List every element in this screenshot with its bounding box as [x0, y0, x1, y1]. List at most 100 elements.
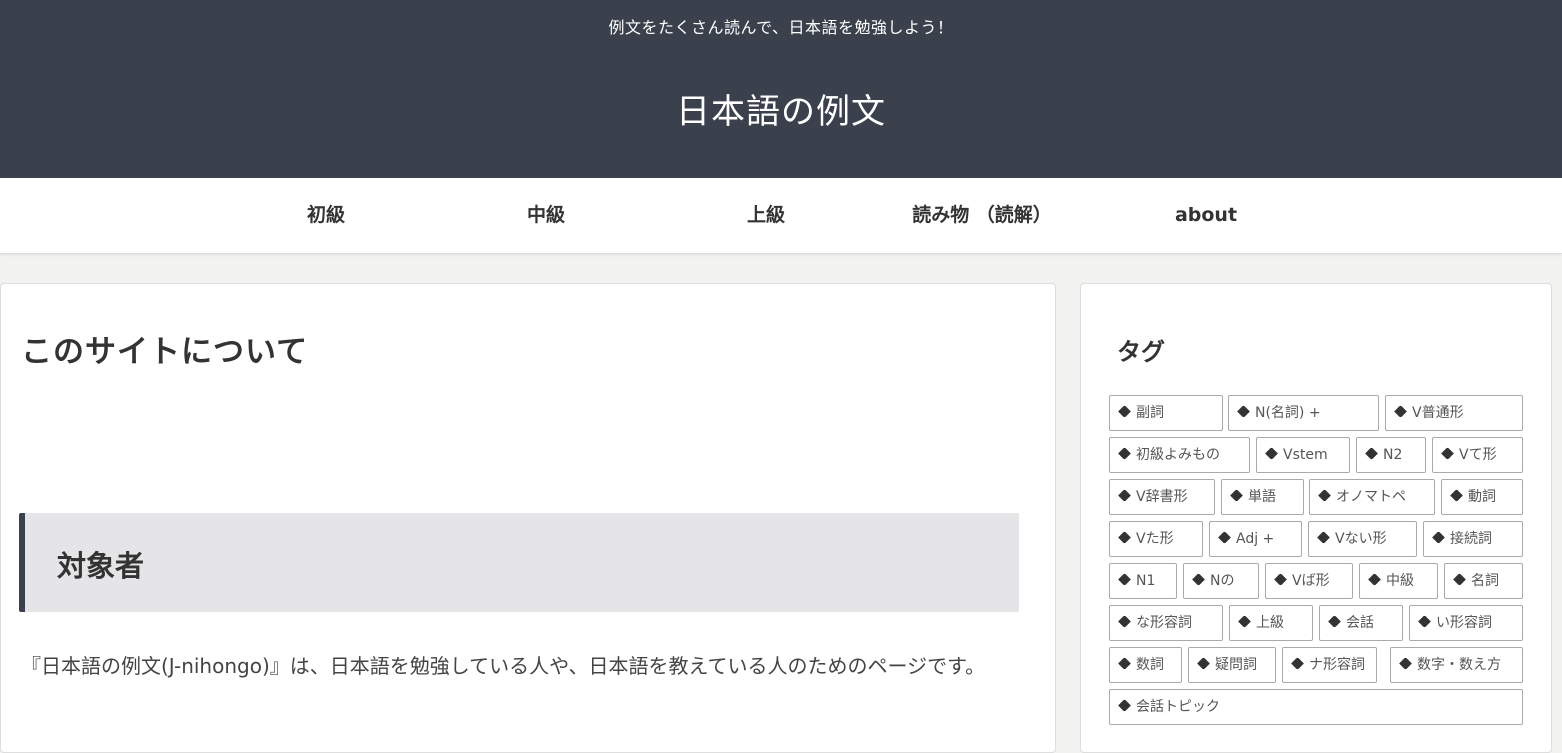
intro-paragraph: 『日本語の例文(J-nihongo)』は、日本語を勉強している人や、日本語を教え…	[21, 654, 986, 678]
sidebar-tags: タグ 副詞 N(名詞) + V普通形初級よみもの Vstem N2 Vて形 V辞書形 単語 オノ…	[1080, 283, 1552, 753]
tag-label: オノマトペ	[1336, 489, 1406, 505]
tag-link[interactable]: 副詞	[1109, 395, 1223, 431]
main-nav: 初級 中級 上級 読み物 （読解） about	[0, 178, 1562, 254]
tag-link[interactable]: 会話トピック	[1109, 689, 1523, 725]
tag-label: 名詞	[1471, 573, 1499, 589]
tag-link[interactable]: 中級	[1359, 563, 1438, 599]
nav-item-about[interactable]: about	[1096, 178, 1316, 253]
tag-icon	[1365, 446, 1378, 460]
tag-label: 会話トピック	[1136, 699, 1220, 715]
nav-item-reading[interactable]: 読み物 （読解）	[872, 178, 1092, 253]
tag-label: N(名詞) +	[1255, 405, 1321, 421]
tag-label: ナ形容詞	[1309, 657, 1365, 673]
tag-icon	[1118, 530, 1131, 544]
tag-icon	[1399, 656, 1412, 670]
tag-icon	[1230, 488, 1243, 502]
tag-link[interactable]: Vstem	[1256, 437, 1350, 473]
tag-label: 中級	[1386, 573, 1414, 589]
tag-label: N2	[1383, 447, 1403, 463]
tag-icon	[1118, 614, 1131, 628]
tag-link[interactable]: 単語	[1221, 479, 1304, 515]
tag-label: 会話	[1346, 615, 1374, 631]
tag-label: 数詞	[1136, 657, 1164, 673]
tag-link[interactable]: Nの	[1183, 563, 1259, 599]
main-content: このサイトについて 対象者 『日本語の例文(J-nihongo)』は、日本語を勉…	[0, 283, 1056, 753]
tag-icon	[1274, 572, 1287, 586]
tag-label: V辞書形	[1136, 489, 1188, 505]
tag-icon	[1237, 404, 1250, 418]
tag-link[interactable]: 接続詞	[1423, 521, 1523, 557]
tag-icon	[1432, 530, 1445, 544]
tag-link[interactable]: 上級	[1229, 605, 1313, 641]
tag-label: V普通形	[1412, 405, 1464, 421]
site-title[interactable]: 日本語の例文	[0, 84, 1562, 133]
section-heading: 対象者	[19, 513, 1019, 612]
tag-icon	[1118, 698, 1131, 712]
tag-link[interactable]: 名詞	[1444, 563, 1523, 599]
tag-link[interactable]: Vた形	[1109, 521, 1203, 557]
tag-icon	[1118, 488, 1131, 502]
sidebar-title: タグ	[1117, 338, 1165, 366]
tag-link[interactable]: 疑問詞	[1188, 647, 1276, 683]
tag-label: 数字・数え方	[1417, 657, 1501, 673]
tag-icon	[1197, 656, 1210, 670]
tag-label: N1	[1136, 573, 1156, 589]
tag-link[interactable]: Adj +	[1209, 521, 1302, 557]
tag-icon	[1238, 614, 1251, 628]
tag-label: 動詞	[1468, 489, 1496, 505]
tag-link[interactable]: N2	[1356, 437, 1426, 473]
tag-link[interactable]: V普通形	[1385, 395, 1523, 431]
tag-label: Vstem	[1283, 447, 1328, 463]
tag-label: Adj +	[1236, 531, 1275, 547]
tag-icon	[1368, 572, 1381, 586]
tag-link[interactable]: 初級よみもの	[1109, 437, 1250, 473]
tag-link[interactable]: オノマトペ	[1309, 479, 1435, 515]
tag-icon	[1394, 404, 1407, 418]
tag-label: 初級よみもの	[1136, 447, 1220, 463]
tag-label: Vば形	[1292, 573, 1330, 589]
tag-link[interactable]: 数詞	[1109, 647, 1182, 683]
tag-link[interactable]: ナ形容詞	[1282, 647, 1377, 683]
tag-label: い形容詞	[1436, 615, 1492, 631]
page-title: このサイトについて	[21, 334, 309, 370]
tag-link[interactable]: い形容詞	[1409, 605, 1523, 641]
tag-link[interactable]: N1	[1109, 563, 1177, 599]
tag-icon	[1118, 572, 1131, 586]
tag-icon	[1418, 614, 1431, 628]
nav-item-intermediate[interactable]: 中級	[436, 178, 656, 253]
tag-icon	[1453, 572, 1466, 586]
tag-label: 単語	[1248, 489, 1276, 505]
tag-label: Vない形	[1335, 531, 1387, 547]
tag-link[interactable]: N(名詞) +	[1228, 395, 1379, 431]
tag-link[interactable]: Vない形	[1308, 521, 1417, 557]
tag-label: 疑問詞	[1215, 657, 1257, 673]
tag-icon	[1118, 656, 1131, 670]
tag-icon	[1441, 446, 1454, 460]
tag-label: Vて形	[1459, 447, 1497, 463]
tag-label: 接続詞	[1450, 531, 1492, 547]
tag-icon	[1328, 614, 1341, 628]
tag-link[interactable]: V辞書形	[1109, 479, 1215, 515]
tag-icon	[1291, 656, 1304, 670]
nav-item-beginner[interactable]: 初級	[216, 178, 436, 253]
tag-icon	[1192, 572, 1205, 586]
tag-link[interactable]: Vば形	[1265, 563, 1353, 599]
tag-label: Nの	[1210, 573, 1235, 589]
tag-icon	[1318, 488, 1331, 502]
section-heading-text: 対象者	[57, 549, 145, 583]
site-tagline: 例文をたくさん読んで、日本語を勉強しよう！	[608, 18, 954, 37]
tag-link[interactable]: 会話	[1319, 605, 1403, 641]
tag-link[interactable]: Vて形	[1432, 437, 1523, 473]
tag-icon	[1265, 446, 1278, 460]
tag-icon	[1118, 404, 1131, 418]
tag-label: 上級	[1256, 615, 1284, 631]
tag-link[interactable]: 動詞	[1441, 479, 1523, 515]
tag-link[interactable]: 数字・数え方	[1390, 647, 1523, 683]
tag-label: Vた形	[1136, 531, 1174, 547]
tag-label: な形容詞	[1136, 615, 1192, 631]
tag-icon	[1118, 446, 1131, 460]
site-header: 例文をたくさん読んで、日本語を勉強しよう！ 日本語の例文	[0, 0, 1562, 178]
tag-link[interactable]: な形容詞	[1109, 605, 1223, 641]
tag-icon	[1218, 530, 1231, 544]
nav-item-advanced[interactable]: 上級	[656, 178, 876, 253]
